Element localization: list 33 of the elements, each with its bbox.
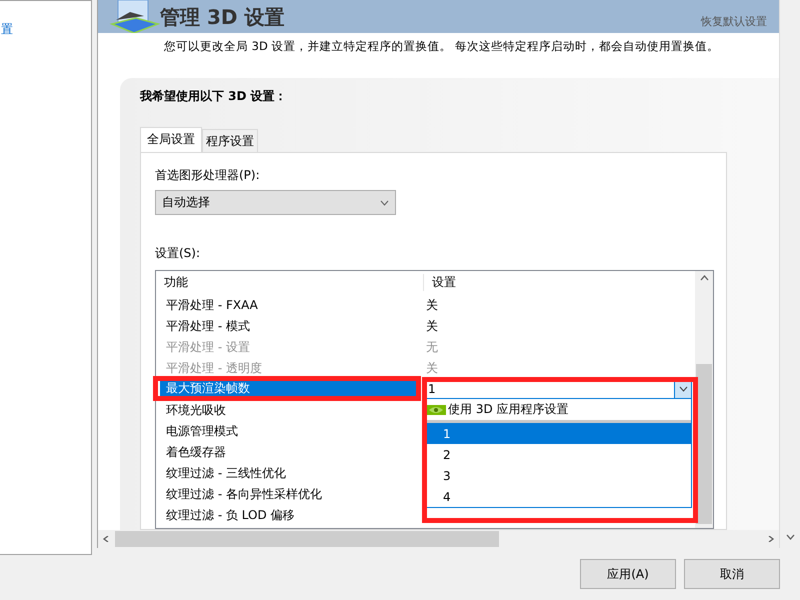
table-cell[interactable]: 电源管理模式 (156, 422, 416, 438)
table-cell: 无 (426, 338, 438, 354)
table-cell[interactable]: 纹理过滤 - 各向异性采样优化 (156, 486, 416, 502)
table-cell[interactable]: 纹理过滤 - 三线性优化 (156, 464, 416, 480)
vertical-scrollbar[interactable] (695, 271, 713, 528)
gpu-label: 首选图形处理器(P): (155, 167, 261, 184)
table-cell[interactable]: 平滑处理 - FXAA (156, 296, 416, 312)
column-header[interactable]: 功能 (156, 274, 424, 291)
gpu-select[interactable]: 自动选择 (155, 190, 396, 215)
table-cell: 关 (426, 296, 438, 312)
table-cell[interactable]: 环境光吸收 (156, 402, 416, 418)
table-cell[interactable]: 平滑处理 - 模式 (156, 318, 416, 334)
chevron-down-icon (678, 386, 688, 392)
sidebar-link[interactable]: 置 (1, 21, 13, 38)
restore-defaults-link[interactable]: 恢复默认设置 (701, 14, 767, 29)
cube-icon (108, 0, 160, 33)
column-header[interactable]: 设置 (424, 274, 456, 291)
settings-label: 设置(S): (155, 245, 202, 262)
apply-button[interactable]: 应用(A) (580, 559, 676, 589)
eye-logo-icon (426, 404, 446, 416)
panel-heading: 我希望使用以下 3D 设置： (140, 88, 288, 105)
cancel-button[interactable]: 取消 (684, 559, 780, 589)
horizontal-scrollbar[interactable] (98, 530, 779, 548)
table-cell[interactable]: 着色缓存器 (156, 444, 416, 460)
tab[interactable]: 程序设置 (202, 129, 258, 152)
dropdown-option[interactable]: 1 (425, 423, 691, 444)
page-title: 管理 3D 设置 (160, 4, 284, 28)
table-cell[interactable]: 纹理过滤 - 负 LOD 偏移 (156, 506, 416, 522)
tab[interactable]: 全局设置 (140, 127, 202, 152)
chevron-down-icon (380, 200, 389, 206)
description-text: 您可以更改全局 3D 设置，并建立特定程序的置换值。 每次这些特定程序启动时，都会自动使用置换值。 (164, 39, 720, 54)
table-cell: 关 (426, 318, 438, 334)
table-cell: 关 (426, 360, 438, 376)
